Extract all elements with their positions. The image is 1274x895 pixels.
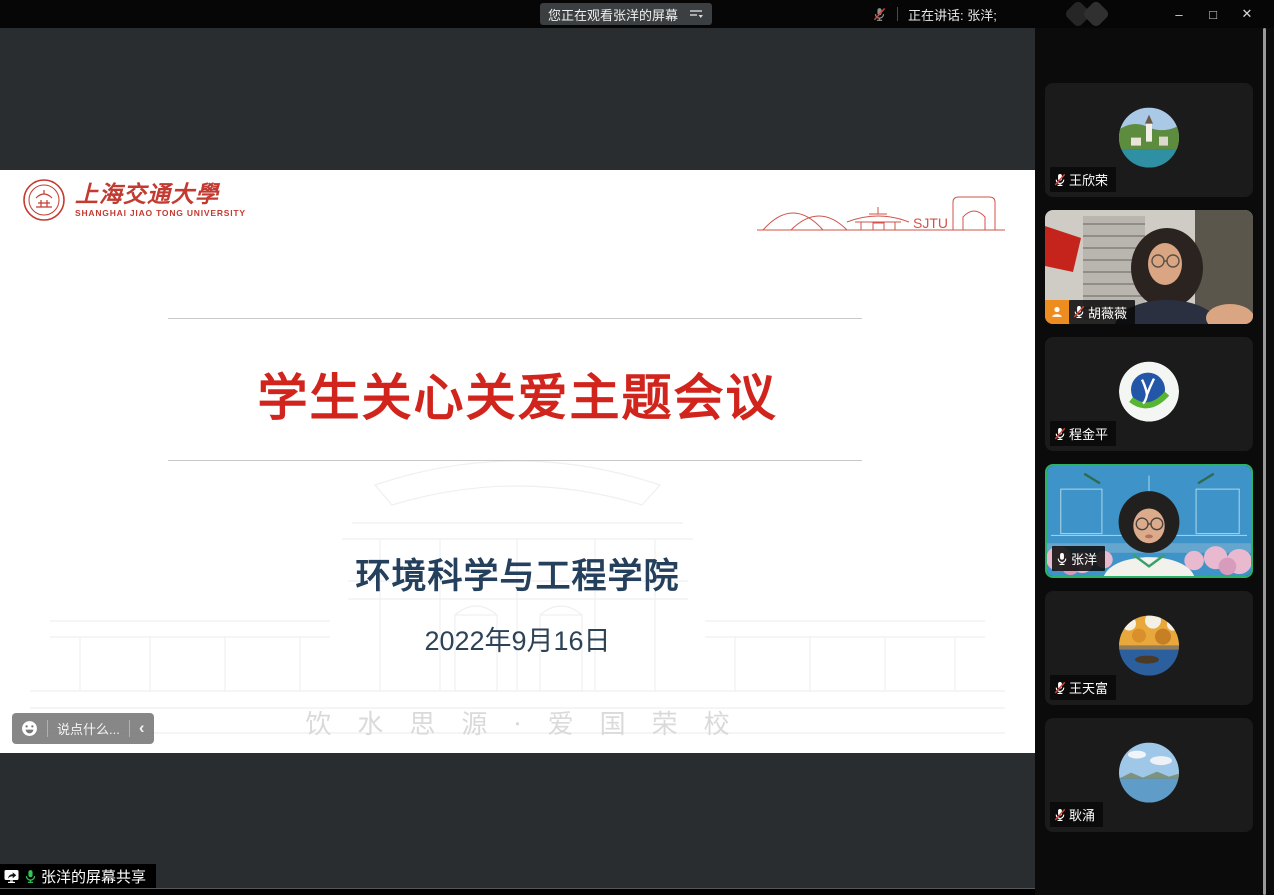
participant-name-tag: 王天富 (1050, 675, 1116, 700)
avatar (1119, 108, 1179, 168)
watching-screen-pill[interactable]: 您正在观看张洋的屏幕 (540, 3, 712, 25)
divider-line-top (168, 318, 862, 319)
minimize-button[interactable]: – (1162, 0, 1196, 28)
presentation-slide: 上海交通大學 SHANGHAI JIAO TONG UNIVERSITY SJT… (0, 170, 1035, 753)
participant-name: 张洋 (1071, 549, 1097, 568)
divider (897, 7, 898, 21)
participant-name: 耿涌 (1069, 805, 1095, 824)
mic-muted-icon (1072, 305, 1086, 319)
host-badge (1045, 300, 1069, 324)
mic-live-icon (23, 869, 38, 884)
meeting-app-logo (1062, 1, 1122, 27)
screen-share-icon (3, 868, 20, 884)
watching-screen-label: 您正在观看张洋的屏幕 (548, 5, 678, 24)
screen-share-label: 张洋的屏幕共享 (41, 866, 146, 887)
participant-name-tag: 耿涌 (1050, 802, 1103, 827)
shared-screen-area: 上海交通大學 SHANGHAI JIAO TONG UNIVERSITY SJT… (0, 28, 1035, 895)
chat-quick-input[interactable]: 说点什么... ‹ (12, 713, 154, 744)
mic-muted-icon (872, 7, 887, 22)
participants-panel: 王欣荣 (1035, 28, 1274, 895)
participant-name-tag: 张洋 (1052, 546, 1105, 571)
participant-tile[interactable]: 耿涌 (1045, 718, 1253, 832)
person-icon (1050, 305, 1064, 319)
participant-name-tag: 胡薇薇 (1069, 300, 1135, 324)
screen-share-status: 张洋的屏幕共享 (0, 864, 156, 888)
divider (129, 720, 130, 737)
mic-on-icon (1055, 552, 1069, 566)
slide-title: 学生关心关爱主题会议 (0, 358, 1035, 430)
participant-name: 胡薇薇 (1088, 303, 1127, 322)
participant-tile[interactable]: 王欣荣 (1045, 83, 1253, 197)
mic-muted-icon (1053, 808, 1067, 822)
participant-tile[interactable]: 胡薇薇 (1045, 210, 1253, 324)
slide-subtitle: 环境科学与工程学院 (0, 548, 1035, 599)
participant-name: 程金平 (1069, 424, 1108, 443)
meeting-window: 您正在观看张洋的屏幕 正在讲话: 张洋; – □ ✕ (0, 0, 1274, 895)
window-controls: – □ ✕ (1162, 0, 1264, 28)
participant-tile-active-speaker[interactable]: 张洋 (1045, 464, 1253, 578)
view-options-icon[interactable] (688, 7, 704, 21)
university-name-cn: 上海交通大學 (75, 183, 246, 206)
slide-motto: 饮水思源·爱国荣校 (0, 704, 1035, 741)
divider (47, 720, 48, 737)
avatar (1119, 616, 1179, 676)
chat-input-placeholder[interactable]: 说点什么... (57, 719, 120, 738)
slide-date: 2022年9月16日 (0, 619, 1035, 658)
titlebar: 您正在观看张洋的屏幕 正在讲话: 张洋; – □ ✕ (0, 0, 1274, 28)
window-bottom-edge (0, 888, 1035, 895)
avatar (1119, 362, 1179, 422)
participant-tile[interactable]: 王天富 (1045, 591, 1253, 705)
close-button[interactable]: ✕ (1230, 0, 1264, 28)
participant-name-tag: 王欣荣 (1050, 167, 1116, 192)
participant-name: 王欣荣 (1069, 170, 1108, 189)
university-seal-icon (22, 178, 66, 222)
mic-muted-icon (1053, 427, 1067, 441)
emoji-icon[interactable] (21, 720, 38, 737)
skyline-sjtu-label: SJTU (913, 215, 948, 231)
divider-line-bottom (168, 460, 862, 461)
participant-name: 王天富 (1069, 678, 1108, 697)
speaking-status-label: 正在讲话: 张洋; (908, 5, 997, 24)
titlebar-status: 正在讲话: 张洋; (872, 0, 997, 28)
participants-scrollbar[interactable] (1263, 28, 1266, 895)
mic-muted-icon (1053, 681, 1067, 695)
avatar (1119, 743, 1179, 803)
maximize-button[interactable]: □ (1196, 0, 1230, 28)
participant-name-row: 胡薇薇 (1045, 300, 1135, 324)
participant-name-tag: 程金平 (1050, 421, 1116, 446)
university-logo: 上海交通大學 SHANGHAI JIAO TONG UNIVERSITY (22, 178, 246, 222)
sjtu-skyline-art: SJTU (755, 192, 1007, 236)
mic-muted-icon (1053, 173, 1067, 187)
collapse-chat-icon[interactable]: ‹ (139, 719, 145, 738)
participant-tile[interactable]: 程金平 (1045, 337, 1253, 451)
university-name-en: SHANGHAI JIAO TONG UNIVERSITY (75, 208, 246, 218)
